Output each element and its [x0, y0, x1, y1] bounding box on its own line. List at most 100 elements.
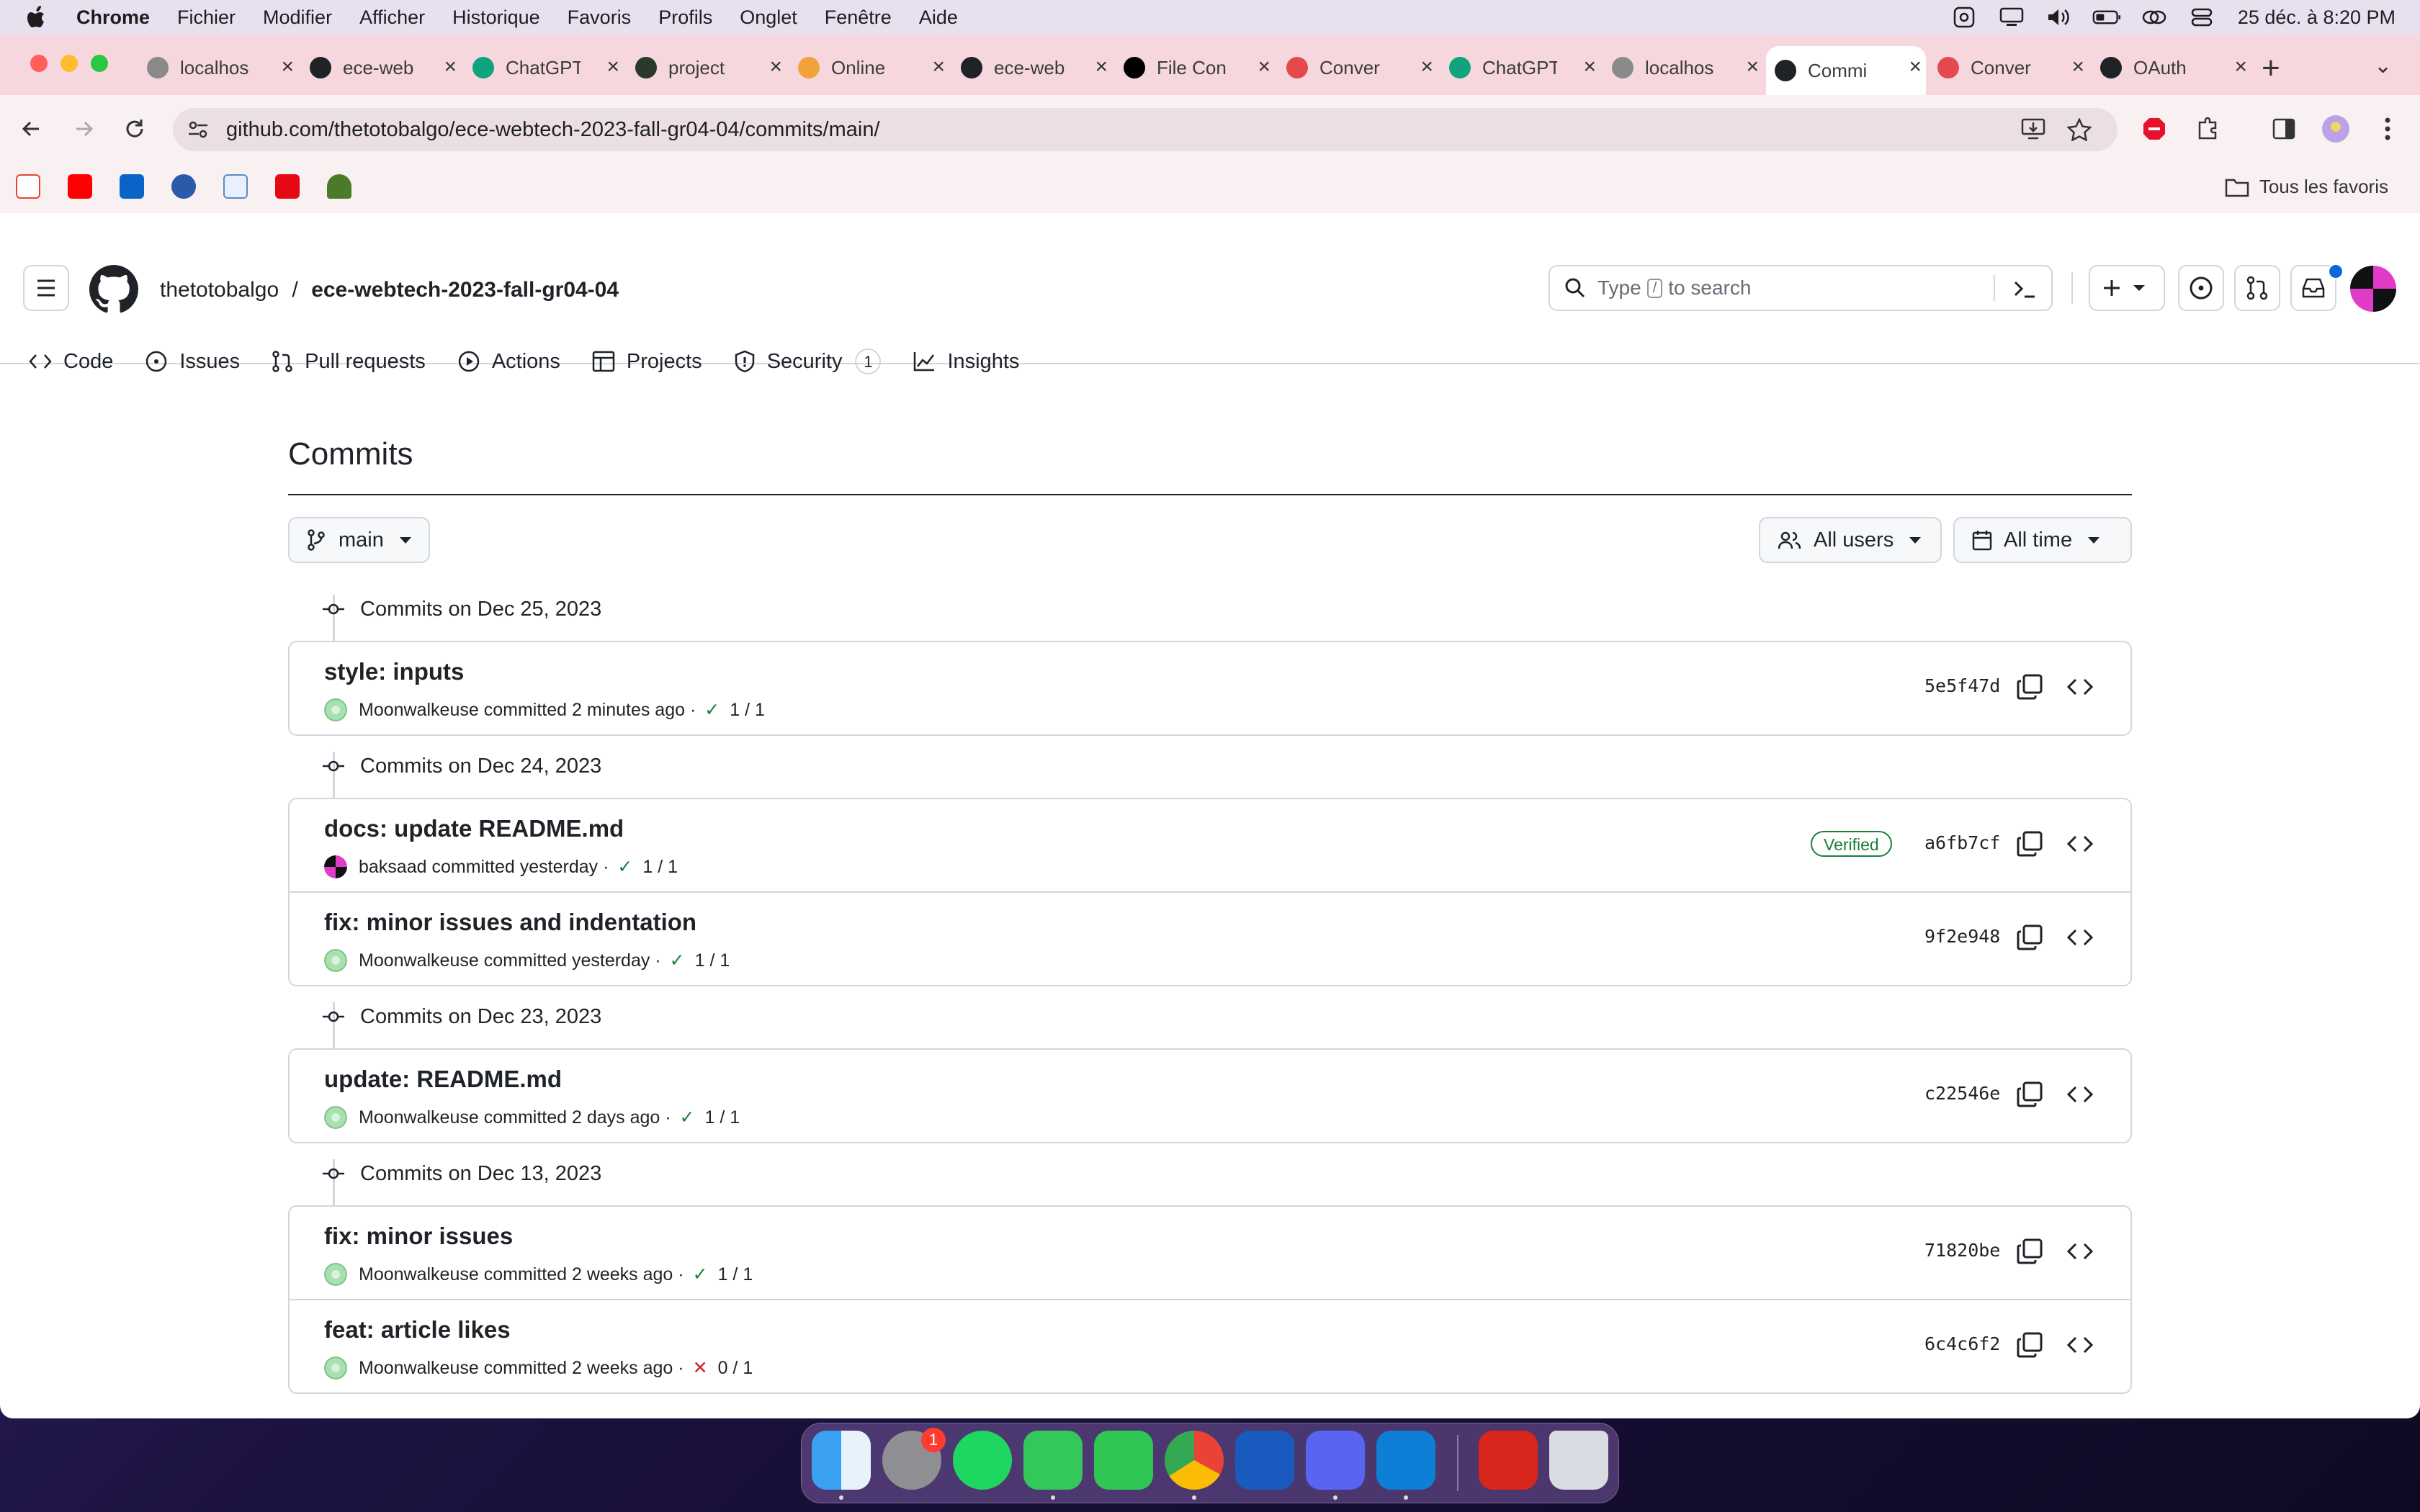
command-palette-icon[interactable]	[2012, 278, 2037, 300]
close-tab-icon[interactable]: ×	[281, 55, 294, 79]
check-icon[interactable]: ✓	[670, 950, 685, 971]
close-window-button[interactable]	[30, 55, 48, 72]
tab-pull-requests[interactable]: Pull requests	[272, 350, 426, 374]
author-avatar[interactable]	[324, 698, 347, 721]
check-icon[interactable]: ✓	[680, 1107, 695, 1128]
pull-requests-icon[interactable]	[2234, 265, 2280, 311]
tab-security[interactable]: Security 1	[734, 348, 882, 374]
tab-search-chevron-icon[interactable]: ⌄	[2374, 53, 2392, 78]
side-panel-icon[interactable]	[2266, 111, 2302, 147]
site-settings-icon[interactable]	[187, 120, 209, 140]
close-tab-icon[interactable]: ×	[2071, 55, 2084, 79]
extensions-puzzle-icon[interactable]	[2190, 111, 2226, 147]
tab-insights[interactable]: Insights	[913, 350, 1019, 374]
chrome-icon[interactable]	[1165, 1431, 1224, 1490]
copy-sha-icon[interactable]	[2015, 1237, 2044, 1266]
new-tab-button[interactable]: +	[2262, 50, 2280, 86]
copy-sha-icon[interactable]	[2015, 1331, 2044, 1359]
check-icon[interactable]: ✓	[693, 1264, 708, 1285]
messages-icon[interactable]	[1023, 1431, 1083, 1490]
s-bookmark-icon[interactable]	[171, 174, 196, 199]
volume-icon[interactable]	[2045, 7, 2074, 27]
browse-repo-icon[interactable]	[2066, 672, 2094, 701]
commit-sha[interactable]: 9f2e948	[1924, 926, 2000, 947]
browser-tab-12[interactable]: OAuth ×	[2092, 46, 2251, 89]
menu-profils[interactable]: Profils	[658, 6, 712, 29]
commit-message-link[interactable]: fix: minor issues	[324, 1223, 513, 1250]
adblock-extension-icon[interactable]	[2136, 111, 2172, 147]
browser-tab-11[interactable]: Conver ×	[1929, 46, 2089, 89]
chart-bookmark-icon[interactable]	[223, 174, 248, 199]
commit-message-link[interactable]: feat: article likes	[324, 1316, 511, 1344]
copy-sha-icon[interactable]	[2015, 1080, 2044, 1109]
browser-tab-8[interactable]: ChatGPT ×	[1440, 46, 1600, 89]
verified-badge[interactable]: Verified	[1811, 831, 1892, 857]
commit-sha[interactable]: a6fb7cf	[1924, 832, 2000, 853]
hamburger-menu-button[interactable]	[23, 265, 69, 311]
checks-status[interactable]: 1 / 1	[718, 1264, 753, 1285]
author-avatar[interactable]	[324, 1263, 347, 1286]
spotify-icon[interactable]	[953, 1431, 1012, 1490]
author-avatar[interactable]	[324, 1356, 347, 1380]
close-tab-icon[interactable]: ×	[444, 55, 457, 79]
checks-status[interactable]: 1 / 1	[705, 1107, 740, 1128]
checks-status[interactable]: 1 / 1	[642, 857, 678, 878]
commit-author[interactable]: Moonwalkeuse	[359, 1358, 479, 1379]
discord-icon[interactable]	[1306, 1431, 1365, 1490]
time-filter-button[interactable]: All time	[1953, 517, 2132, 563]
tab-code[interactable]: Code	[29, 350, 113, 374]
trash-icon[interactable]	[1549, 1431, 1608, 1490]
forward-button[interactable]	[66, 111, 102, 147]
browser-tab-0[interactable]: localhos ×	[138, 46, 298, 89]
menu-app-name[interactable]: Chrome	[76, 6, 150, 29]
browse-repo-icon[interactable]	[2066, 1080, 2094, 1109]
github-search-input[interactable]: Type / to search	[1549, 265, 2053, 311]
finder-icon[interactable]	[812, 1431, 871, 1490]
commit-message-link[interactable]: update: README.md	[324, 1066, 562, 1093]
users-filter-button[interactable]: All users	[1759, 517, 1942, 563]
address-bar[interactable]: github.com/thetotobalgo/ece-webtech-2023…	[173, 108, 2118, 151]
tab-issues[interactable]: Issues	[145, 350, 240, 374]
close-tab-icon[interactable]: ×	[1095, 55, 1108, 79]
commit-message-link[interactable]: docs: update README.md	[324, 815, 624, 842]
commit-message-link[interactable]: fix: minor issues and indentation	[324, 909, 696, 936]
check-icon[interactable]: ✓	[617, 856, 632, 878]
menubar-clock[interactable]: 25 déc. à 8:20 PM	[2238, 6, 2396, 29]
author-avatar[interactable]	[324, 949, 347, 972]
close-tab-icon[interactable]: ×	[1258, 55, 1270, 79]
checks-status[interactable]: 1 / 1	[730, 700, 765, 721]
back-button[interactable]	[13, 111, 49, 147]
browse-repo-icon[interactable]	[2066, 1331, 2094, 1359]
browser-tab-4[interactable]: Online ×	[789, 46, 949, 89]
close-tab-icon[interactable]: ×	[606, 55, 619, 79]
menu-aide[interactable]: Aide	[919, 6, 958, 29]
commit-author[interactable]: baksaad	[359, 857, 427, 878]
browser-tab-7[interactable]: Conver ×	[1278, 46, 1438, 89]
browser-tab-9[interactable]: localhos ×	[1603, 46, 1763, 89]
battery-icon[interactable]	[2092, 7, 2121, 27]
reload-button[interactable]	[117, 111, 153, 147]
commit-author[interactable]: Moonwalkeuse	[359, 1107, 479, 1128]
user-avatar[interactable]	[2349, 265, 2397, 312]
display-icon[interactable]	[1997, 7, 2026, 27]
tab-actions[interactable]: Actions	[457, 350, 560, 374]
browser-tab-10[interactable]: Commi ×	[1766, 46, 1926, 95]
outlook-bookmark-icon[interactable]	[120, 174, 144, 199]
link-icon[interactable]	[2140, 7, 2169, 27]
commit-message-link[interactable]: style: inputs	[324, 658, 464, 685]
commit-author[interactable]: Moonwalkeuse	[359, 700, 479, 721]
menu-fenetre[interactable]: Fenêtre	[825, 6, 892, 29]
commit-author[interactable]: Moonwalkeuse	[359, 950, 479, 971]
control-center-icon[interactable]	[2187, 7, 2216, 27]
facetime-icon[interactable]	[1094, 1431, 1153, 1490]
close-tab-icon[interactable]: ×	[1583, 55, 1596, 79]
commit-author[interactable]: Moonwalkeuse	[359, 1264, 479, 1285]
issues-circle-icon[interactable]	[2178, 265, 2224, 311]
chrome-menu-icon[interactable]	[2370, 111, 2406, 147]
menu-historique[interactable]: Historique	[452, 6, 540, 29]
close-tab-icon[interactable]: ×	[1746, 55, 1759, 79]
check-icon[interactable]: ✓	[704, 699, 720, 721]
close-tab-icon[interactable]: ×	[769, 55, 782, 79]
browser-tab-1[interactable]: ece-web ×	[301, 46, 461, 89]
close-tab-icon[interactable]: ×	[1909, 55, 1922, 79]
